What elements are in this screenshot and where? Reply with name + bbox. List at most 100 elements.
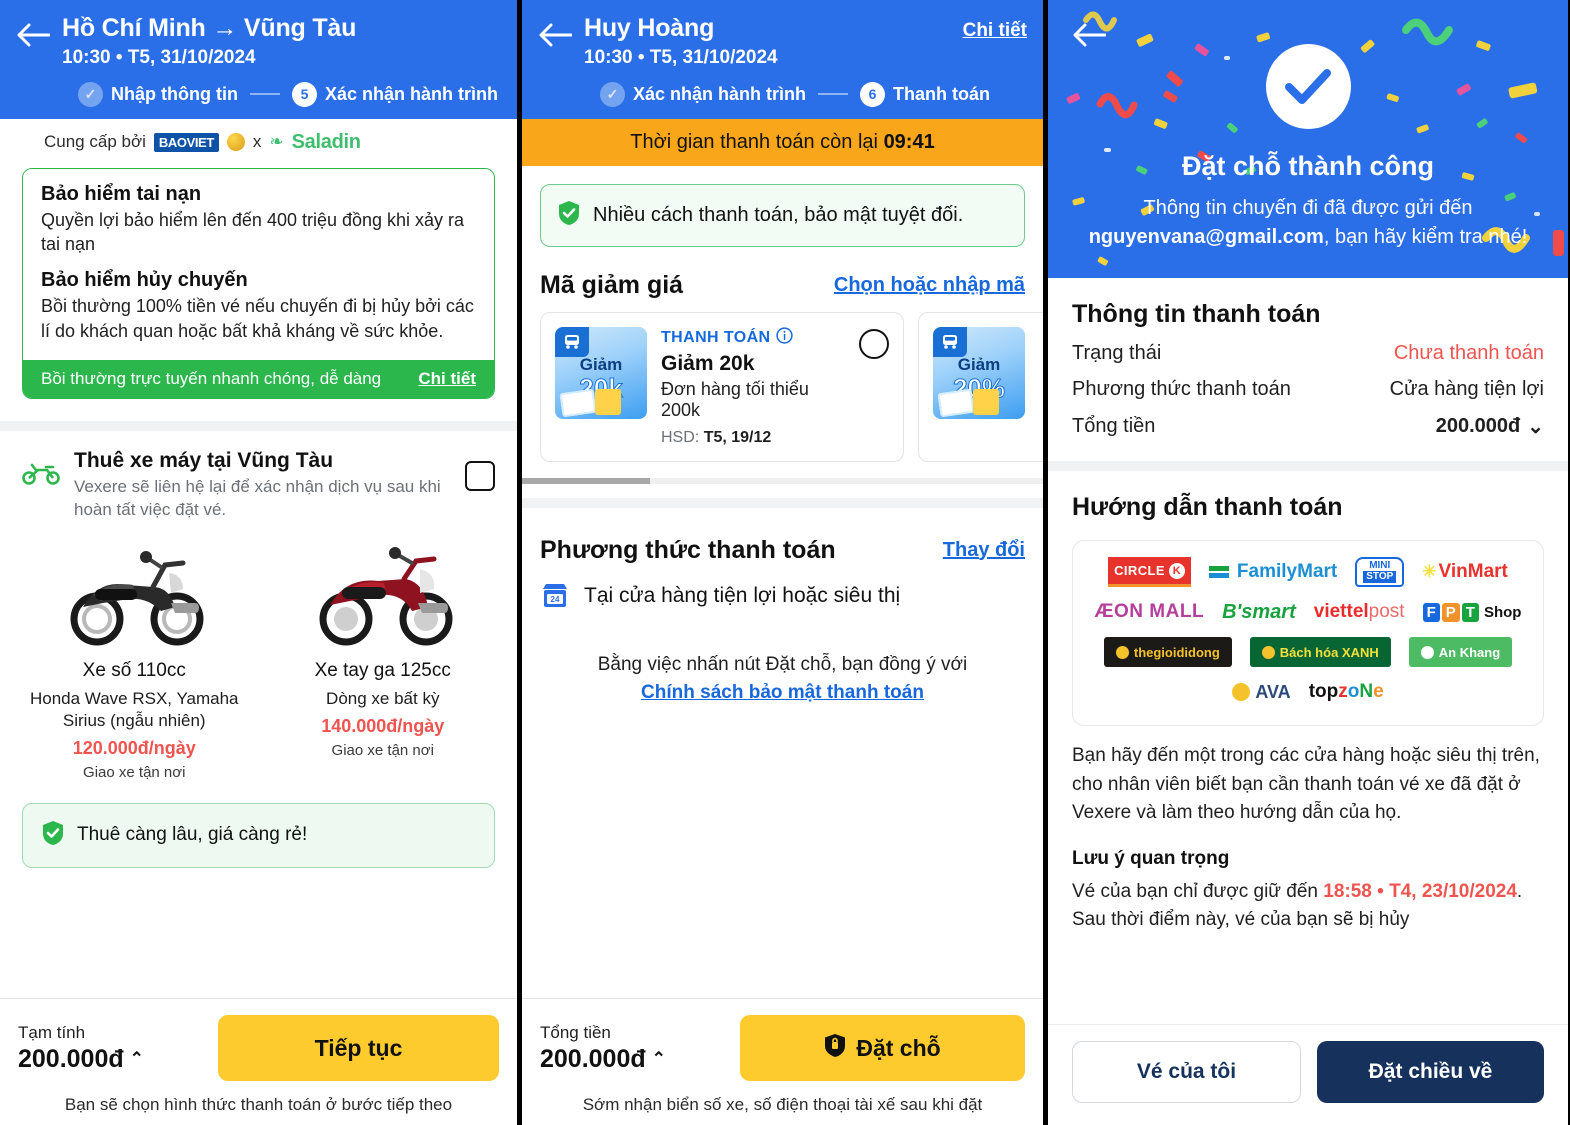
insurance-accident-desc: Quyền lợi bảo hiểm lên đến 400 triệu đồn… [41,209,465,255]
voucher-section-header: Mã giảm giá Chọn hoặc nhập mã [522,247,1043,312]
step-item-payment[interactable]: 6 Thanh toán [860,81,991,107]
voucher-1-expiry-label: HSD: [661,428,700,446]
topzone-logo: top z o Ne [1308,681,1384,702]
rental-tip-box: Thuê càng lâu, giá càng rẻ! [22,802,495,868]
step-payment-label: Thanh toán [893,83,991,104]
thegioididong-logo: thegioididong [1103,637,1232,667]
bhx-logo-text: Bách hóa XANH [1279,644,1379,660]
vinmart-logo-text: VinMart [1438,561,1508,582]
book-seat-button[interactable]: Đặt chỗ [740,1015,1025,1081]
my-tickets-button[interactable]: Vé của tôi [1072,1041,1301,1103]
success-subtitle: Thông tin chuyến đi đã được gửi đến nguy… [1078,194,1538,252]
chevron-down-icon: ⌄ [1527,416,1544,438]
change-payment-link[interactable]: Thay đổi [943,539,1025,562]
payment-method-row[interactable]: 24 Tại cửa hàng tiện lợi hoặc siêu thị [522,575,1043,611]
voucher-1-tag: THANH TOÁN [661,328,771,346]
step-item-1[interactable]: ✓ Nhập thông tin [78,81,238,107]
store-logo-row-1: CIRCLE K FamilyMart MINI STOP ✳ VinMart [1085,557,1531,587]
privacy-policy-link[interactable]: Chính sách bảo mật thanh toán [641,682,924,703]
panel1-bottom-footnote: Bạn sẽ chọn hình thức thanh toán ở bước … [64,1095,453,1114]
rental-tip-text: Thuê càng lâu, giá càng rẻ! [77,824,308,846]
secure-payment-note: Nhiều cách thanh toán, bảo mật tuyệt đối… [540,183,1025,247]
status-value: Chưa thanh toán [1393,342,1544,364]
voucher-1-thumb-line1: Giảm [579,354,623,374]
total-key: Tổng tiền [1072,415,1156,437]
payment-info-title: Thông tin thanh toán [1072,300,1321,328]
success-email: nguyenvana@gmail.com [1088,226,1324,248]
bike-2-name: Xe tay ga 125cc [314,659,451,681]
bike-options: Xe số 110cc Honda Wave RSX, Yamaha Siriu… [0,522,517,781]
voucher-carousel-scrollbar[interactable] [522,477,1043,484]
familymart-logo: FamilyMart [1208,557,1337,587]
familymart-bars-icon [1208,566,1229,578]
payment-agreement: Bằng việc nhấn nút Đặt chỗ, bạn đồng ý v… [522,611,1043,708]
important-note-title: Lưu ý quan trọng [1072,847,1230,869]
total-label: Tổng tiền [540,1022,611,1042]
bus-icon [933,326,967,357]
voucher-card-2[interactable]: Giảm 20% [918,311,1043,462]
step-indicator-2: ✓ Xác nhận hành trình 6 Thanh toán [538,81,1027,107]
payment-info-row-total[interactable]: Tổng tiền 200.000đ ⌄ [1072,414,1544,439]
choose-voucher-link[interactable]: Chọn hoặc nhập mã [834,274,1025,297]
voucher-title: Mã giảm giá [540,270,684,299]
rental-checkbox[interactable] [465,460,495,491]
step-2-label: Xác nhận hành trình [324,83,498,104]
subtotal-amount-row[interactable]: 200.000đ ⌃ [18,1045,218,1074]
step-connector-3 [818,93,849,96]
provider-separator: x [252,132,262,152]
vinmart-star-icon: ✳ [1422,562,1437,581]
voucher-carousel[interactable]: Giảm 20k THANH TOÁN Giảm 20k Đơn hàng tố… [522,311,1043,462]
insurance-detail-link[interactable]: Chi tiết [418,369,476,389]
back-button-2[interactable] [538,14,584,48]
book-return-trip-button[interactable]: Đặt chiều về [1317,1041,1544,1103]
step-item-confirm[interactable]: ✓ Xác nhận hành trình [600,81,806,107]
ticket-icon [937,388,975,417]
trip-datetime: 10:30 • T5, 31/10/2024 [62,46,256,68]
saladin-logo: Saladin [291,130,361,153]
section-divider [0,420,517,431]
total-value: 200.000đ [1435,415,1521,437]
insurance-footer-text: Bồi thường trực tuyến nhanh chóng, dễ dà… [41,368,382,388]
info-icon[interactable] [776,326,794,349]
bike-2-note: Giao xe tận nơi [331,741,434,759]
insurance-provider: Cung cấp bởi BAOVIET x ❧ Saladin [0,119,517,164]
bachhoaxanh-logo: Bách hóa XANH [1249,637,1391,667]
store-logo-row-3: thegioididong Bách hóa XANH An Khang [1085,637,1531,667]
bike-2-price: 140.000đ/ngày [321,715,445,736]
viettelpost-logo: viettel post [1313,601,1405,622]
chevron-up-icon: ⌃ [651,1049,666,1068]
note-deadline: 18:58 • T4, 23/10/2024 [1323,880,1517,902]
payment-guide-section: Hướng dẫn thanh toán CIRCLE K FamilyMart… [1048,471,1568,935]
payment-countdown-bar: Thời gian thanh toán còn lại 09:41 [522,118,1043,166]
payment-method-title: Phương thức thanh toán [540,535,836,564]
trip-detail-link[interactable]: Chi tiết [963,14,1027,42]
step-confirm-bullet: ✓ [600,81,625,107]
step-connector-1 [249,93,280,96]
bus-icon [555,326,589,357]
total-amount-row[interactable]: 200.000đ ⌃ [540,1045,740,1074]
panel-trip-confirm: Hồ Chí Minh → Vũng Tàu 10:30 • T5, 31/10… [0,0,517,1125]
rental-title: Thuê xe máy tại Vũng Tàu [74,448,334,472]
step-item-2[interactable]: 5 Xác nhận hành trình [291,81,498,107]
bike-2-image [265,532,502,652]
step-indicator: ✓ Nhập thông tin 5 Xác nhận hành trình 6 [16,81,501,107]
countdown-value: 09:41 [883,130,935,153]
bike-option-1[interactable]: Xe số 110cc Honda Wave RSX, Yamaha Siriu… [10,532,259,781]
insurance-cancel-desc: Bồi thường 100% tiền vé nếu chuyến đi bị… [41,296,474,342]
continue-button[interactable]: Tiếp tục [218,1015,499,1081]
panel-payment: Huy Hoàng 10:30 • T5, 31/10/2024 Chi tiế… [522,0,1043,1125]
agreement-text: Bằng việc nhấn nút Đặt chỗ, bạn đồng ý v… [597,653,968,675]
gift-icon [973,388,999,415]
insurance-accident-title: Bảo hiểm tai nạn [41,182,202,205]
voucher-card-1[interactable]: Giảm 20k THANH TOÁN Giảm 20k Đơn hàng tố… [540,311,904,462]
panel-success: Đặt chỗ thành công Thông tin chuyến đi đ… [1048,0,1568,1125]
payment-method-header: Phương thức thanh toán Thay đổi [522,508,1043,575]
back-button[interactable] [16,14,62,48]
back-button-3[interactable] [1072,22,1107,53]
three-panel-screenshot: Hồ Chí Minh → Vũng Tàu 10:30 • T5, 31/10… [0,0,1570,1125]
rental-subtitle: Vexere sẽ liên hệ lại để xác nhận dịch v… [74,476,441,520]
voucher-1-radio[interactable] [859,328,889,359]
bike-option-2[interactable]: Xe tay ga 125cc Dòng xe bất kỳ 140.000đ/… [259,532,508,781]
fptshop-logo: F P T Shop [1422,597,1521,627]
insurance-cancel-title: Bảo hiểm hủy chuyến [41,269,248,292]
